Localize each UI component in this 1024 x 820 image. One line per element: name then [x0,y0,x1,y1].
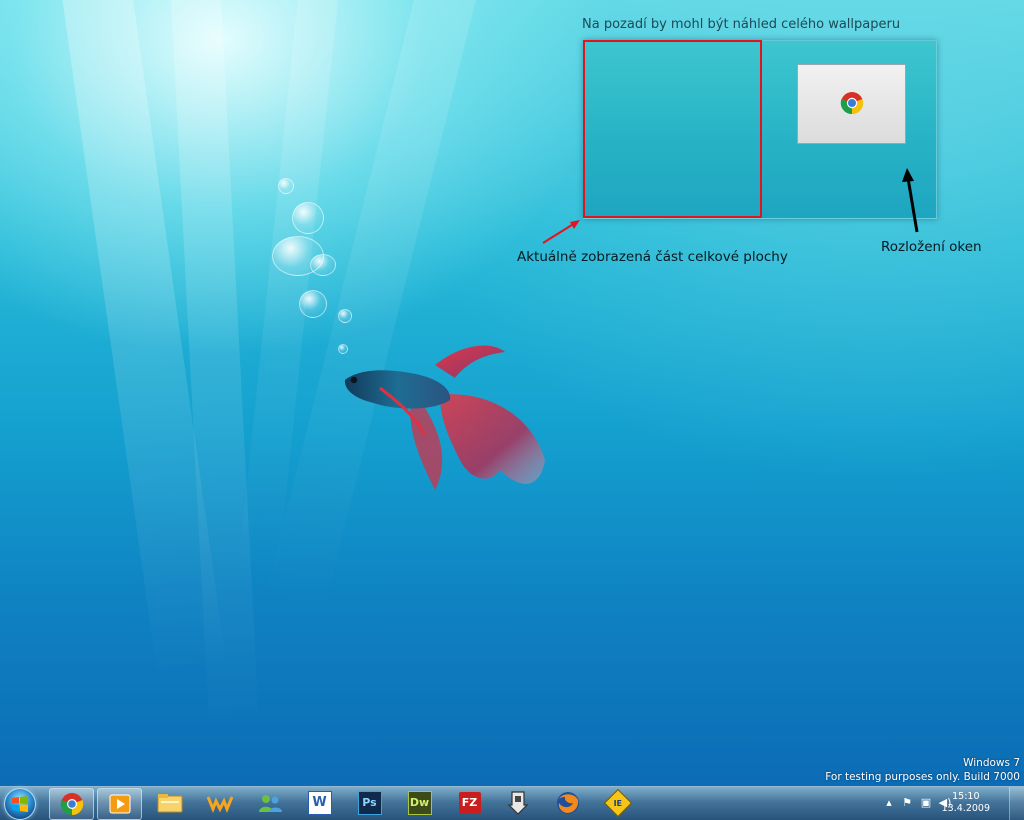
ie-tester-label: IE [613,798,622,808]
watermark-line1: Windows 7 [963,757,1020,769]
viewport-label: Aktuálně zobrazená část celkové plochy [517,249,788,265]
word-icon: W [307,791,332,815]
action-center-flag-icon[interactable]: ⚑ [900,796,914,810]
desktop-wallpaper: Na pozadí by mohl být náhled celého wall… [0,0,1024,786]
taskbar-photoshop[interactable]: Ps [348,788,391,818]
filezilla-icon: FZ [458,792,481,814]
taskbar-media-player[interactable] [97,788,142,820]
start-button[interactable] [4,788,36,820]
clock-time: 15:10 [952,791,980,802]
windows-explorer-icon [157,794,182,813]
clock[interactable]: 15:10 13.4.2009 [942,791,990,815]
media-player-icon [109,794,130,814]
bubble [292,202,324,234]
taskbar-dreamweaver[interactable]: Dw [398,788,441,818]
bubble [338,309,352,323]
taskbar-firefox[interactable] [546,788,589,818]
windows-layout-label: Rozložení oken [881,239,982,255]
photoshop-icon: Ps [357,791,382,815]
bubble [310,254,336,276]
messenger-icon [258,795,282,812]
download-icon [507,791,528,815]
ie-tester-icon: IE [603,788,632,818]
taskbar-winamp[interactable] [198,788,241,818]
taskbar-word[interactable]: W [298,788,341,818]
firefox-icon [556,792,579,814]
system-tray: ▴ ⚑ ▣ ◀) 15:10 13.4.2009 [874,787,1024,820]
network-icon[interactable]: ▣ [919,796,933,810]
current-viewport-rectangle[interactable] [583,40,762,218]
taskbar-chrome[interactable] [49,788,94,820]
windows-logo-icon [12,796,28,812]
show-hidden-icons-arrow[interactable]: ▴ [882,796,896,810]
bubble [299,290,327,318]
betta-fish [344,345,545,490]
clock-date: 13.4.2009 [941,803,990,814]
taskbar-explorer[interactable] [148,788,191,818]
watermark-line2: For testing purposes only. Build 7000 [825,771,1020,783]
winamp-icon [206,796,233,813]
taskbar-download-manager[interactable] [496,788,539,818]
taskbar-filezilla[interactable]: FZ [448,788,491,818]
taskbar-ie-tester[interactable]: IE [596,788,639,818]
show-desktop-button[interactable] [1009,787,1024,820]
window-thumbnail[interactable] [797,64,906,144]
taskbar-messenger[interactable] [248,788,291,818]
chrome-icon [840,92,864,115]
bubble [278,178,294,194]
chrome-icon [60,793,83,816]
dreamweaver-icon: Dw [407,791,432,815]
taskbar: W Ps Dw FZ IE ▴ ⚑ ▣ ◀) 15:10 13.4.2009 [0,786,1024,820]
wallpaper-preview-caption: Na pozadí by mohl být náhled celého wall… [582,17,901,32]
